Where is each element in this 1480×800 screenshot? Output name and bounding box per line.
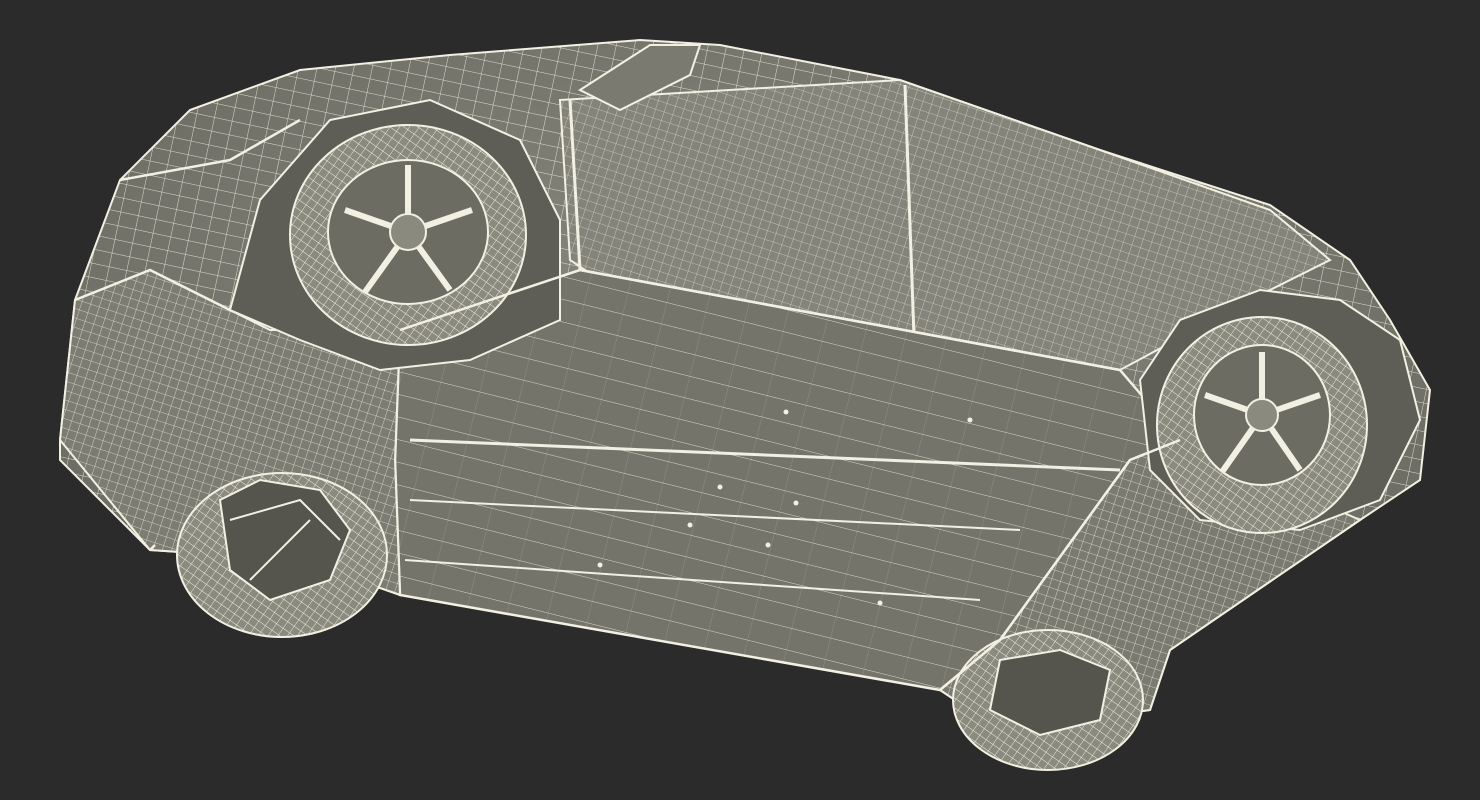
lower-rear-wheel [952, 629, 1144, 771]
wheel-hub [389, 213, 427, 251]
front-wheel [289, 124, 527, 346]
render-viewport [0, 0, 1480, 800]
lower-front-wheel [176, 472, 388, 638]
rear-wheel [1156, 316, 1368, 534]
wheel-hub [1245, 398, 1279, 432]
car-wireframe-render [58, 38, 1432, 771]
